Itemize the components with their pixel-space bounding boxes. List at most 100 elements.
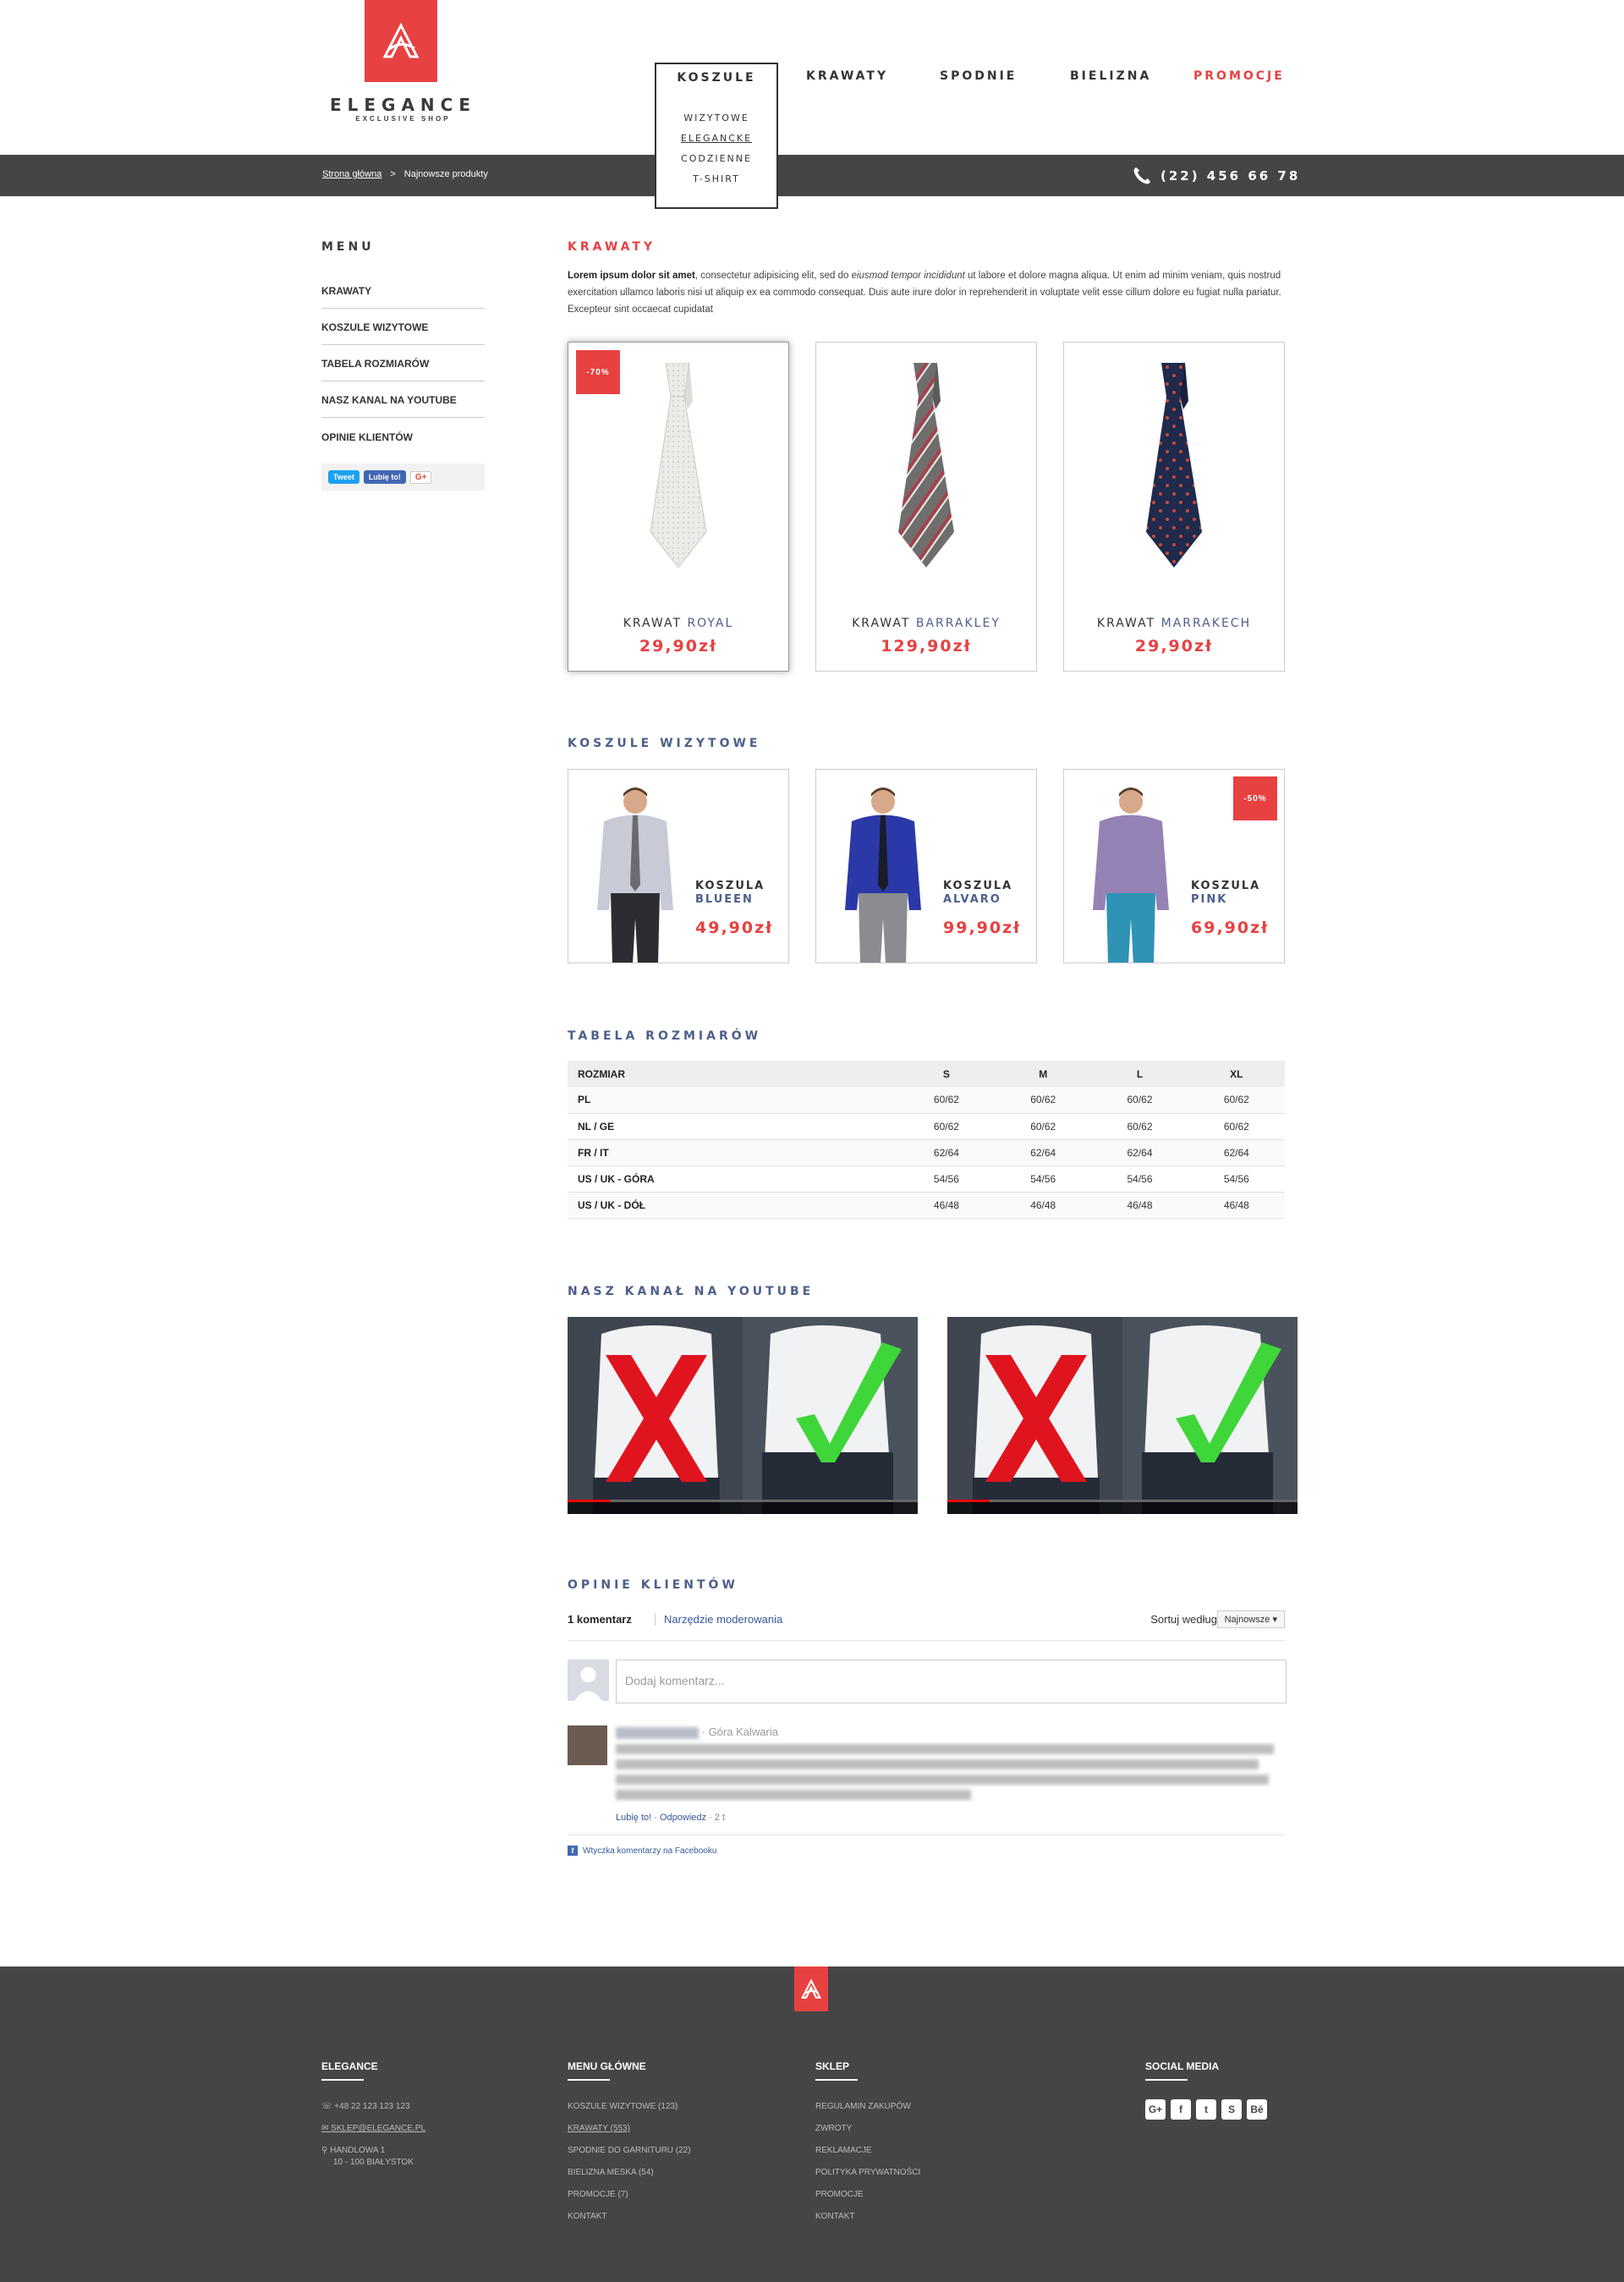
tweet-button[interactable]: Tweet — [328, 470, 359, 484]
twitter-icon[interactable]: t — [1196, 2099, 1216, 2120]
footer-logo[interactable] — [794, 1967, 828, 2011]
comment-action-links[interactable]: Lubię to! · Odpowiedz — [616, 1813, 706, 1823]
sidebar-item-opinie[interactable]: OPINIE KLIENTÓW — [321, 418, 485, 454]
commenter-avatar — [568, 1725, 607, 1765]
footer-address: ⚲ HANDLOWA 1 10 - 100 BIAŁYSTOK — [321, 2145, 425, 2169]
sidebar-item-koszule[interactable]: KOSZULE WIZYTOWE — [321, 309, 485, 345]
table-row: FR / IT 62/64 62/64 62/64 62/64 — [568, 1139, 1285, 1166]
moderation-link[interactable]: Narzędzie moderowania — [655, 1613, 782, 1626]
product-card[interactable]: KOSZULA BLUEEN 49,90zł — [568, 769, 789, 963]
footer-link[interactable]: REKLAMACJE — [815, 2145, 920, 2167]
product-name: KOSZULA BLUEEN — [695, 880, 765, 907]
sidebar-item-tabela[interactable]: TABELA ROZMIARÓW — [321, 345, 485, 381]
product-card[interactable]: KOSZULA ALVARO 99,90zł — [815, 769, 1037, 963]
footer-link[interactable]: ZWROTY — [815, 2123, 920, 2145]
nav-item-krawaty[interactable]: KRAWATY — [806, 69, 888, 83]
logo-name: ELEGANCE — [329, 95, 477, 115]
dropdown-item-codzienne[interactable]: CODZIENNE — [656, 149, 776, 169]
logo-mark-icon — [800, 1978, 822, 1999]
comment-input[interactable]: Dodaj komentarz... — [616, 1659, 1287, 1703]
social-share: Tweet Lubię to! G+ — [321, 464, 485, 491]
table-cell: NL / GE — [568, 1113, 898, 1140]
facebook-like-button[interactable]: Lubię to! — [363, 470, 406, 484]
footer-title: SOCIAL MEDIA — [1145, 2060, 1220, 2072]
google-plus-icon[interactable]: G+ — [1145, 2099, 1166, 2120]
table-header-row: ROZMIAR S M L XL — [568, 1061, 1285, 1087]
footer-link[interactable]: SPODNIE DO GARNITURU (22) — [568, 2145, 691, 2167]
comment-actions[interactable]: Lubię to! · Odpowiedz · 2 t — [616, 1813, 725, 1823]
location-icon: ⚲ — [321, 2146, 328, 2155]
footer-address-line1: HANDLOWA 1 — [330, 2146, 386, 2155]
footer-email[interactable]: ✉ SKLEP@ELEGANCE.PL — [321, 2123, 425, 2145]
tie-icon — [650, 363, 707, 568]
video-player[interactable] — [568, 1317, 918, 1514]
nav-item-bielizna[interactable]: BIELIZNA — [1070, 69, 1151, 83]
table-cell: FR / IT — [568, 1139, 898, 1166]
breadcrumb: Strona główna > Najnowsze produkty — [322, 169, 488, 179]
video-controls[interactable] — [568, 1502, 918, 1514]
behance-icon[interactable]: Bē — [1247, 2099, 1267, 2120]
table-cell: 54/56 — [995, 1166, 1092, 1193]
nav-item-koszule[interactable]: KOSZULE — [656, 71, 776, 85]
table-cell: 60/62 — [995, 1087, 1092, 1114]
video-controls[interactable] — [947, 1502, 1298, 1514]
facebook-plugin-text: Wtyczka komentarzy na Facebooku — [583, 1846, 717, 1856]
facebook-icon: f — [568, 1846, 578, 1856]
dropdown-item-tshirt[interactable]: T-SHIRT — [656, 169, 776, 189]
sort-label: Sortuj według — [1150, 1613, 1217, 1626]
nav-dropdown-koszule[interactable]: KOSZULE WIZYTOWE ELEGANCKE CODZIENNE T-S… — [655, 63, 778, 209]
footer-link[interactable]: KONTAKT — [568, 2211, 691, 2233]
nav-item-spodnie[interactable]: SPODNIE — [940, 69, 1017, 83]
discount-badge: -50% — [1233, 776, 1277, 820]
product-card[interactable]: KRAWAT BARRAKLEY 129,90zł — [815, 342, 1037, 672]
footer-phone-text: +48 22 123 123 123 — [334, 2102, 410, 2111]
footer-col-sklep: SKLEP REGULAMIN ZAKUPÓW ZWROTY REKLAMACJ… — [815, 2060, 920, 2233]
video-player[interactable] — [947, 1317, 1298, 1514]
dropdown-item-wizytowe[interactable]: WIZYTOWE — [656, 108, 776, 129]
table-header: XL — [1188, 1061, 1285, 1087]
comment-text-blurred — [616, 1744, 1274, 1805]
footer-link[interactable]: KOSZULE WIZYTOWE (123) — [568, 2101, 691, 2123]
breadcrumb-home-link[interactable]: Strona główna — [322, 169, 381, 179]
facebook-plugin-link[interactable]: f Wtyczka komentarzy na Facebooku — [568, 1835, 1285, 1856]
logo[interactable] — [365, 0, 437, 82]
footer-link[interactable]: KRAWATY (553) — [568, 2123, 691, 2145]
sidebar-item-krawaty[interactable]: KRAWATY — [321, 272, 485, 309]
footer-col-elegance: ELEGANCE ☏ +48 22 123 123 123 ✉ SKLEP@EL… — [321, 2060, 425, 2169]
footer-link[interactable]: PROMOCJE — [815, 2189, 920, 2211]
facebook-icon[interactable]: f — [1171, 2099, 1191, 2120]
footer-link[interactable]: BIELIZNA MESKA (54) — [568, 2167, 691, 2189]
product-model: PINK — [1191, 893, 1228, 906]
size-table: ROZMIAR S M L XL PL 60/62 60/62 60/62 60/62 … — [568, 1061, 1285, 1219]
intro-em: eiusmod tempor incididunt — [851, 271, 965, 281]
table-cell: 46/48 — [1188, 1192, 1285, 1219]
table-cell: 46/48 — [995, 1192, 1092, 1219]
footer-link[interactable]: KONTAKT — [815, 2211, 920, 2233]
product-card[interactable]: -70% KRAWAT ROYAL 29,90zł — [568, 342, 789, 672]
table-header: S — [897, 1061, 996, 1087]
sort-select[interactable]: Najnowsze ▾ — [1216, 1610, 1285, 1628]
table-cell: 60/62 — [1091, 1113, 1188, 1140]
intro-text-a: , consectetur adipisicing elit, sed do — [694, 271, 852, 281]
breadcrumb-bar — [0, 155, 1624, 196]
footer-link[interactable]: POLITYKA PRYWATNOŚCI — [815, 2167, 920, 2189]
product-type: KRAWAT — [852, 617, 911, 630]
footer-link[interactable]: PROMOCJE (7) — [568, 2189, 691, 2211]
sidebar-item-youtube[interactable]: NASZ KANAL NA YOUTUBE — [321, 381, 485, 418]
phone-icon: ☏ — [321, 2102, 332, 2111]
table-cell: 62/64 — [1091, 1139, 1188, 1166]
comment-count: 1 komentarz — [568, 1613, 632, 1626]
dropdown-item-eleganckie[interactable]: ELEGANCKE — [656, 129, 776, 149]
nav-item-promocje[interactable]: PROMOCJE — [1193, 69, 1285, 83]
skype-icon[interactable]: S — [1221, 2099, 1242, 2120]
table-cell: PL — [568, 1087, 898, 1114]
section-title-krawaty: KRAWATY — [568, 240, 656, 254]
product-card[interactable]: KRAWAT MARRAKECH 29,90zł — [1063, 342, 1285, 672]
model-shirt-icon — [597, 787, 673, 963]
footer-link[interactable]: REGULAMIN ZAKUPÓW — [815, 2101, 920, 2123]
product-card[interactable]: -50% KOSZULA PINK 69,90zł — [1063, 769, 1285, 963]
table-row: US / UK - GÓRA 54/56 54/56 54/56 54/56 — [568, 1166, 1285, 1193]
user-placeholder-icon — [568, 1659, 609, 1701]
google-plus-button[interactable]: G+ — [409, 470, 432, 484]
phone-number[interactable]: (22) 456 66 78 — [1132, 164, 1300, 187]
